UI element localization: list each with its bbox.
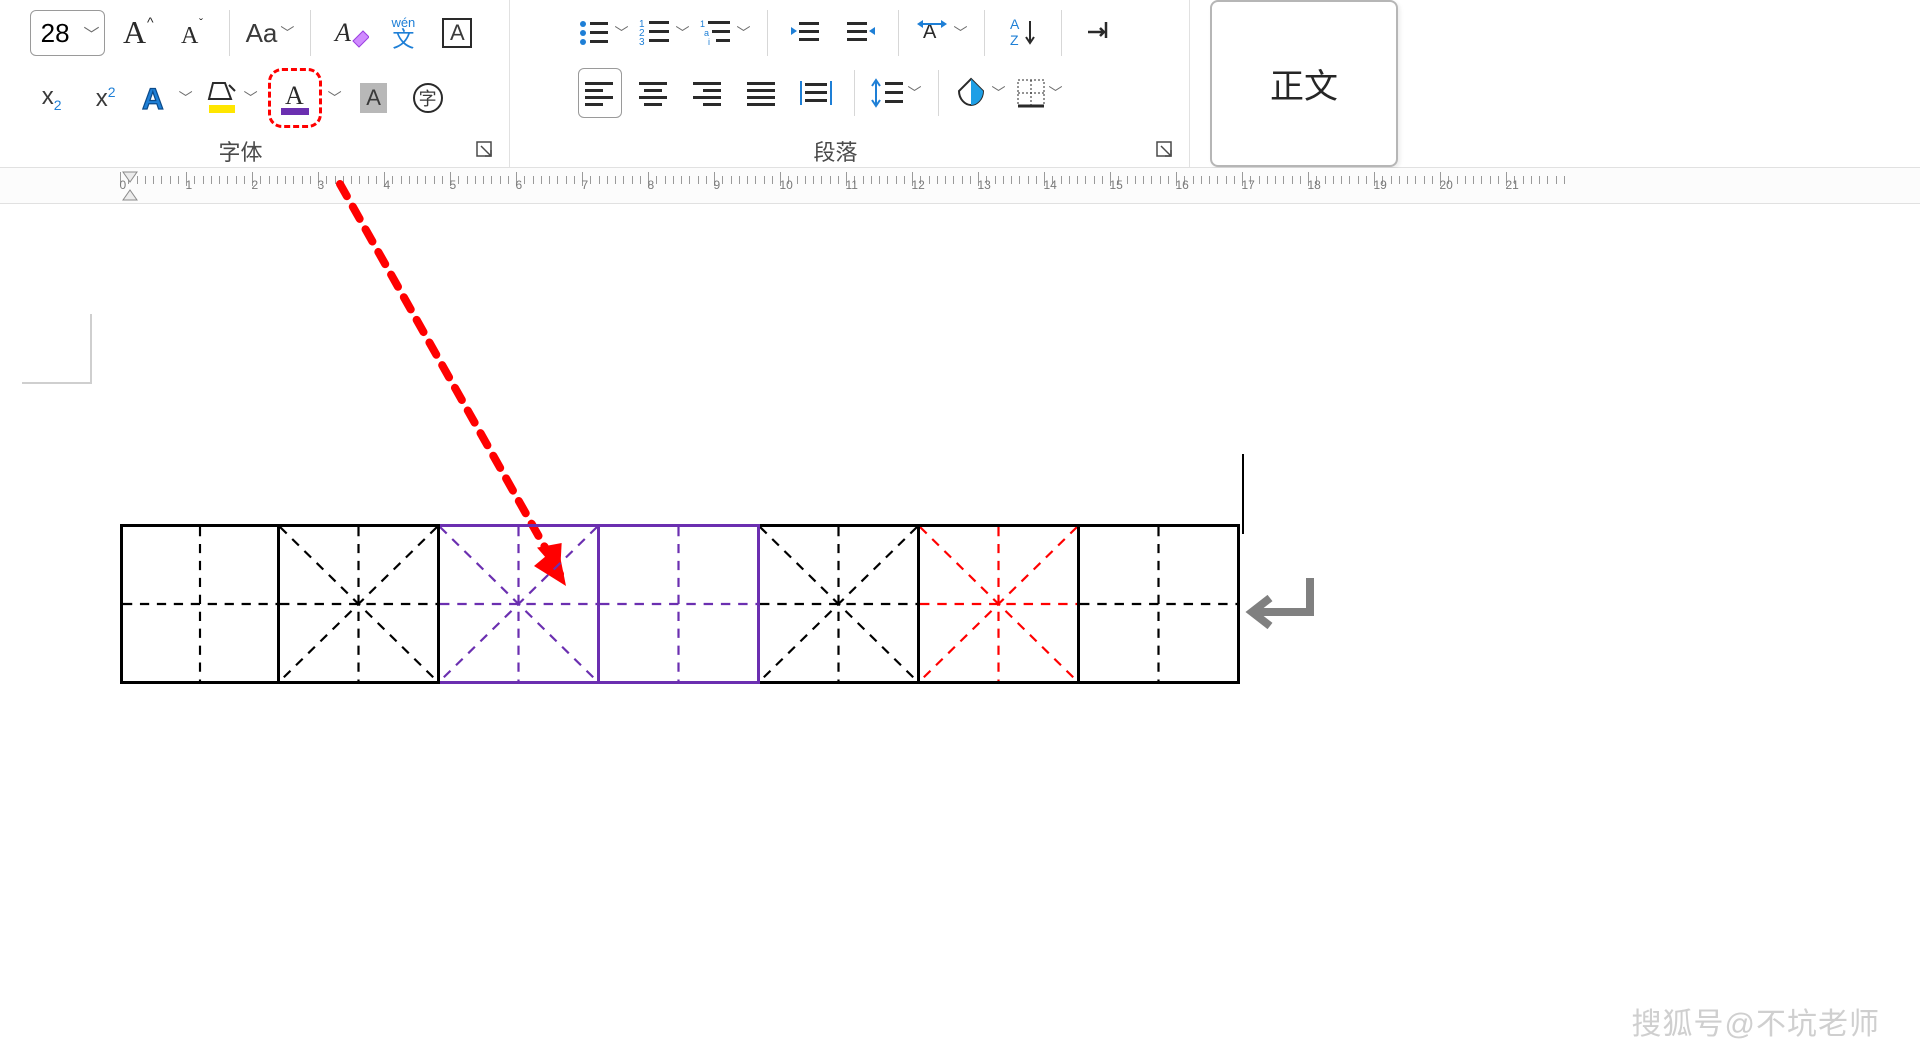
font-size-selector[interactable]: 28 ﹀	[30, 10, 105, 56]
grid-cell[interactable]	[760, 524, 920, 684]
dialog-launcher-icon[interactable]	[1155, 140, 1177, 162]
align-center-button[interactable]	[632, 68, 676, 118]
chevron-down-icon[interactable]: ﹀	[615, 23, 629, 43]
align-distributed-button[interactable]	[794, 68, 838, 118]
show-marks-button[interactable]	[1078, 8, 1122, 58]
character-shading-button[interactable]: A	[352, 73, 396, 123]
font-size-value: 28	[41, 18, 70, 49]
character-border-button[interactable]: A	[435, 8, 479, 58]
line-spacing-button[interactable]: ﹀	[871, 68, 922, 118]
align-right-button[interactable]	[686, 68, 730, 118]
grid-cell[interactable]	[920, 524, 1080, 684]
svg-text:A: A	[142, 83, 164, 116]
svg-text:A: A	[181, 23, 199, 49]
svg-text:A: A	[123, 14, 146, 50]
align-justify-button[interactable]	[740, 68, 784, 118]
grid-cell[interactable]	[120, 524, 280, 684]
chevron-down-icon[interactable]: ﹀	[908, 83, 922, 103]
ribbon: 28 ﹀ A^ Aˇ Aa ﹀ A	[0, 0, 1920, 168]
sort-button[interactable]: AZ	[1001, 8, 1045, 58]
grid-cell[interactable]	[280, 524, 440, 684]
page-margin-corner	[22, 314, 92, 384]
document-canvas: 搜狐号@不坑老师	[0, 204, 1920, 1059]
paragraph-mark-icon	[1240, 572, 1320, 642]
chevron-down-icon[interactable]: ﹀	[1049, 83, 1063, 103]
shading-button[interactable]: ﹀	[955, 68, 1006, 118]
change-case-button[interactable]: Aa ﹀	[246, 8, 295, 58]
grid-cell[interactable]	[440, 524, 600, 684]
chevron-down-icon[interactable]: ﹀	[84, 21, 100, 45]
font-color-button-highlighted: A	[268, 68, 322, 128]
dialog-launcher-icon[interactable]	[475, 140, 497, 162]
phonetic-guide-button[interactable]: wén 文	[381, 8, 425, 58]
chevron-down-icon[interactable]: ﹀	[244, 88, 258, 108]
character-grid	[120, 524, 1240, 684]
svg-text:3: 3	[639, 37, 645, 48]
text-effects-button[interactable]: A ﹀	[138, 73, 193, 123]
align-left-button[interactable]	[578, 68, 622, 118]
style-name: 正文	[1270, 59, 1338, 108]
subscript-button[interactable]: x2	[30, 73, 74, 123]
chevron-down-icon[interactable]: ﹀	[179, 88, 193, 108]
highlight-color-button[interactable]: ﹀	[203, 73, 258, 123]
group-font: 28 ﹀ A^ Aˇ Aa ﹀ A	[0, 0, 510, 167]
enclose-characters-button[interactable]: 字	[406, 73, 450, 123]
shrink-font-button[interactable]: Aˇ	[169, 8, 213, 58]
svg-text:^: ^	[147, 14, 154, 30]
crop-mark	[1242, 454, 1244, 534]
svg-text:A: A	[1010, 17, 1020, 32]
svg-text:i: i	[708, 37, 710, 47]
watermark-text: 搜狐号@不坑老师	[1632, 999, 1880, 1043]
superscript-button[interactable]: x2	[84, 73, 128, 123]
chevron-down-icon[interactable]: ﹀	[280, 23, 294, 43]
chevron-down-icon[interactable]: ﹀	[992, 83, 1006, 103]
font-color-button[interactable]: A	[275, 73, 315, 123]
svg-text:A: A	[333, 18, 351, 47]
text-direction-button[interactable]: A ﹀	[915, 8, 968, 58]
chevron-down-icon[interactable]: ﹀	[737, 23, 751, 43]
horizontal-ruler[interactable]: 0123456789101112131415161718192021	[0, 168, 1920, 204]
indent-marker-icon[interactable]	[120, 168, 140, 204]
group-paragraph-label: 段落	[516, 135, 1155, 167]
group-paragraph: ﹀ 123 ﹀ 1ai ﹀ A	[510, 0, 1190, 167]
svg-text:Z: Z	[1010, 32, 1019, 48]
grid-cell[interactable]	[600, 524, 760, 684]
bulleted-list-button[interactable]: ﹀	[578, 8, 629, 58]
decrease-indent-button[interactable]	[784, 8, 828, 58]
style-gallery-item-body[interactable]: 正文	[1210, 0, 1398, 167]
group-font-label: 字体	[6, 135, 475, 167]
svg-text:ˇ: ˇ	[199, 16, 203, 30]
clear-formatting-button[interactable]: A	[327, 8, 371, 58]
numbered-list-button[interactable]: 123 ﹀	[639, 8, 690, 58]
chevron-down-icon[interactable]: ﹀	[676, 23, 690, 43]
grow-font-button[interactable]: A^	[115, 8, 159, 58]
chevron-down-icon[interactable]: ﹀	[954, 23, 968, 43]
borders-button[interactable]: ﹀	[1016, 68, 1063, 118]
increase-indent-button[interactable]	[838, 8, 882, 58]
multilevel-list-button[interactable]: 1ai ﹀	[700, 8, 751, 58]
svg-text:A: A	[285, 81, 304, 110]
grid-cell[interactable]	[1080, 524, 1240, 684]
chevron-down-icon[interactable]: ﹀	[328, 88, 342, 108]
